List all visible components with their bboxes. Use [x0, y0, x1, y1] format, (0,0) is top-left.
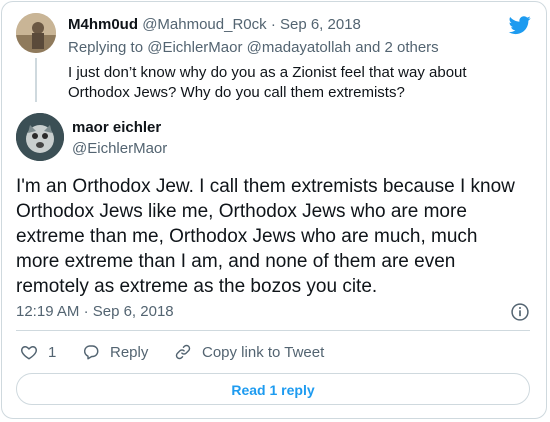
read-replies-button[interactable]: Read 1 reply	[16, 373, 530, 405]
main-tweet-text: I'm an Orthodox Jew. I call them extremi…	[16, 176, 515, 297]
avatar-image	[16, 13, 56, 53]
reply-author-handle[interactable]: @Mahmoud_R0ck	[142, 16, 266, 33]
thread-connector-line	[35, 58, 37, 102]
speech-bubble-icon	[84, 345, 99, 360]
copy-link-label: Copy link to Tweet	[202, 343, 325, 361]
reply-tweet-text: I just don’t know why do you as a Zionis…	[68, 64, 467, 101]
reply-label: Reply	[110, 343, 149, 361]
copy-link-button[interactable]: Copy link to Tweet	[174, 343, 324, 361]
tweet-date[interactable]: Sep 6, 2018	[93, 303, 174, 320]
main-author-name[interactable]: maor eichler	[72, 119, 161, 136]
replying-user-link[interactable]: @EichlerMaor	[147, 39, 242, 56]
like-button[interactable]: 1	[20, 343, 56, 361]
separator-dot: ·	[83, 303, 89, 320]
avatar-image	[16, 113, 64, 161]
replying-others[interactable]: and 2 others	[355, 39, 438, 56]
main-author-handle[interactable]: @EichlerMaor	[72, 140, 167, 157]
tweet-timestamp[interactable]: 12:19 AM · Sep 6, 2018	[16, 303, 174, 320]
reply-tweet-header: M4hm0ud @Mahmoud_R0ck · Sep 6, 2018	[68, 16, 361, 33]
link-icon	[175, 344, 191, 360]
reply-date[interactable]: Sep 6, 2018	[280, 16, 361, 33]
like-count: 1	[48, 343, 57, 361]
avatar[interactable]	[16, 113, 64, 161]
replying-prefix: Replying to	[68, 39, 144, 56]
reply-author-name[interactable]: M4hm0ud	[68, 16, 138, 33]
avatar[interactable]	[16, 13, 56, 53]
reply-button[interactable]: Reply	[82, 343, 148, 361]
replying-to-line: Replying to @EichlerMaor @madayatollah a…	[68, 39, 439, 56]
divider	[16, 330, 530, 331]
tweet-time[interactable]: 12:19 AM	[16, 303, 79, 320]
separator-dot: ·	[270, 16, 276, 33]
info-icon[interactable]	[510, 302, 530, 322]
replying-user-link[interactable]: @madayatollah	[247, 39, 351, 56]
heart-icon	[21, 346, 37, 360]
twitter-bird-icon[interactable]	[508, 14, 532, 36]
